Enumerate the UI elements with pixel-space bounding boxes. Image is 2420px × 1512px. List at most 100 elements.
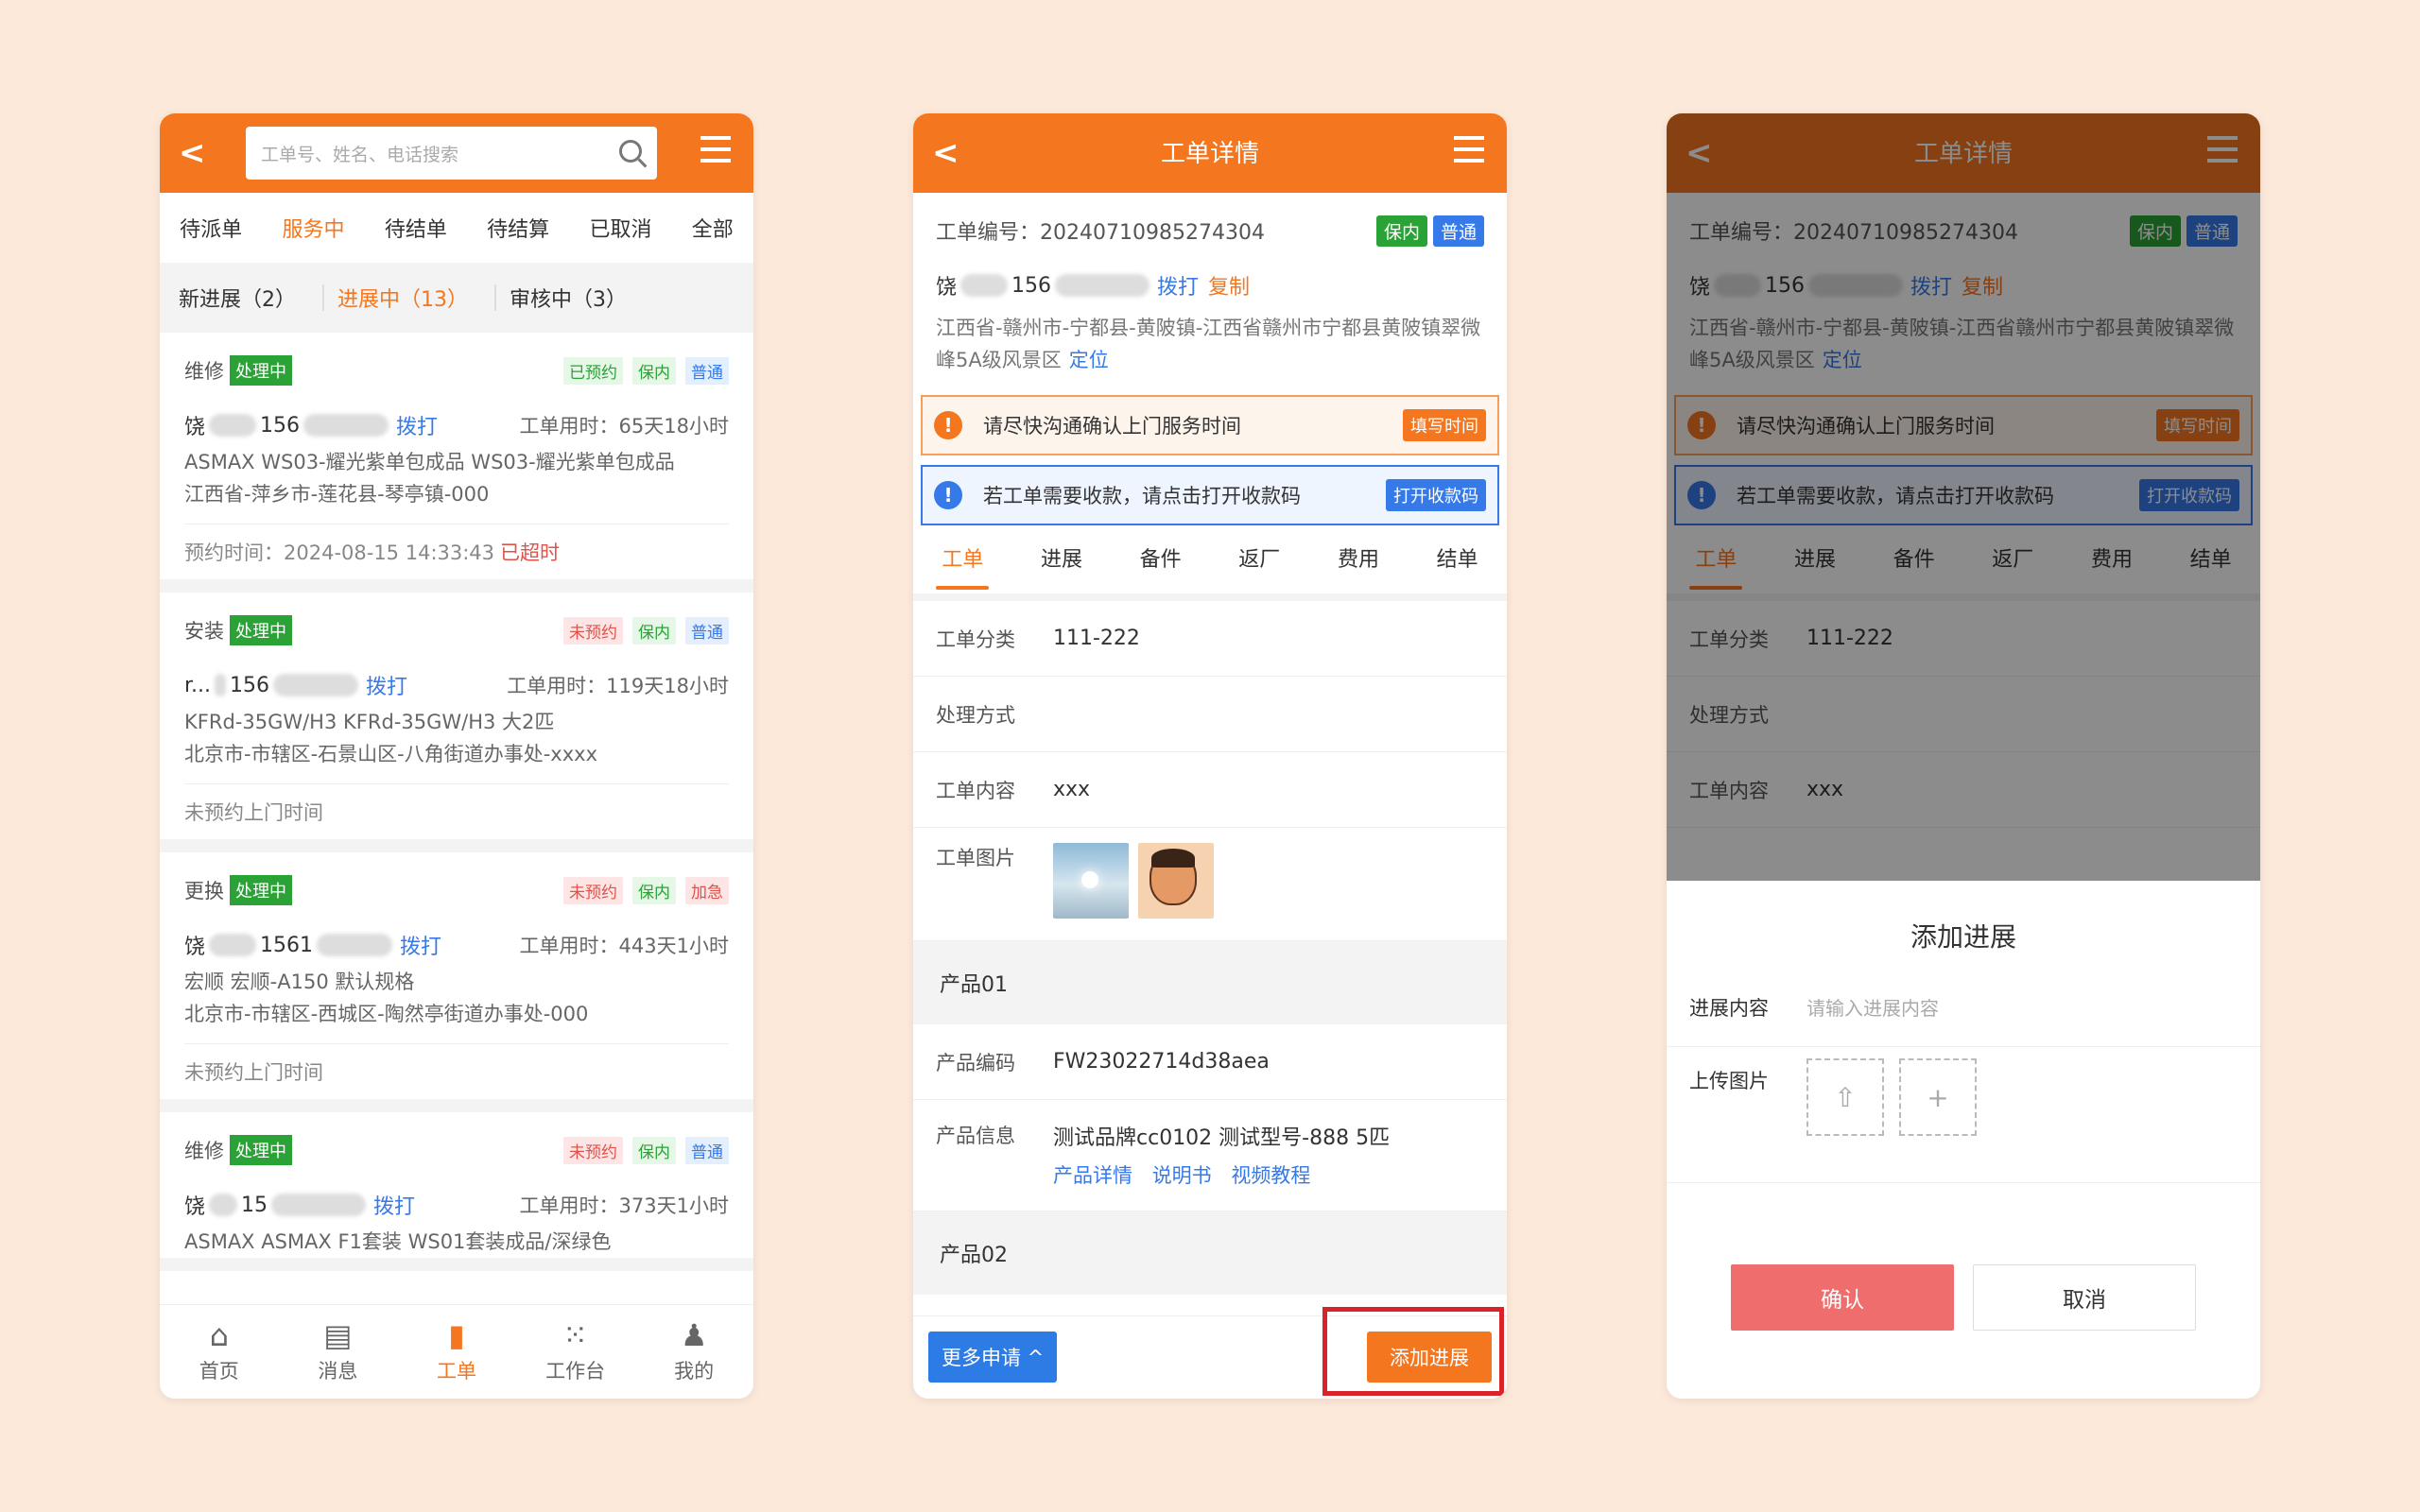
appointment-badge: 未预约 (563, 1136, 623, 1164)
redacted-phone (317, 934, 393, 956)
order-type: 维修 (184, 1140, 224, 1162)
list-header: < 工单号、姓名、电话搜索 (160, 113, 753, 193)
tab-cancelled[interactable]: 已取消 (589, 213, 651, 243)
warranty-badge: 保内 (632, 356, 676, 385)
video-tutorial-link[interactable]: 视频教程 (1231, 1164, 1310, 1187)
tab-parts[interactable]: 备件 (1140, 542, 1182, 578)
grid-icon: ⁙ (562, 1317, 588, 1353)
menu-icon[interactable] (700, 136, 731, 163)
content-value: xxx (1053, 778, 1091, 801)
priority-badge: 普通 (685, 1136, 729, 1164)
order-card[interactable]: 维修 处理中 已预约 保内 普通 饶 156 拨打 工单用时：65天18小时 A… (160, 333, 753, 593)
category-label: 工单分类 (936, 627, 1015, 651)
order-number: 工单编号：20240710985274304 (936, 221, 1265, 245)
product-section-header: 产品02 (913, 1211, 1507, 1295)
progress-content-input[interactable]: 请输入进展内容 (1806, 993, 1939, 1021)
order-type: 安装 (184, 620, 224, 643)
priority-badge: 普通 (685, 616, 729, 644)
dial-link[interactable]: 拨打 (373, 1190, 415, 1220)
dial-link[interactable]: 拨打 (1157, 270, 1199, 301)
tab-in-service[interactable]: 服务中 (282, 213, 344, 243)
address: 江西省-萍乡市-莲花县-琴亭镇-000 (184, 483, 490, 506)
redacted-name (209, 1194, 238, 1216)
tab-fees[interactable]: 费用 (1338, 542, 1379, 578)
order-card[interactable]: 维修 处理中 未预约 保内 普通 饶 15 拨打 工单用时：373天1小时 AS… (160, 1112, 753, 1271)
priority-badge: 普通 (685, 356, 729, 385)
search-placeholder: 工单号、姓名、电话搜索 (261, 144, 459, 165)
payment-alert-text: 若工单需要收款，请点击打开收款码 (983, 485, 1301, 507)
add-progress-sheet: 添加进展 进展内容 请输入进展内容 上传图片 ⇧ + 确认 取消 (1667, 881, 2260, 1399)
locate-link[interactable]: 定位 (1069, 349, 1109, 371)
priority-tag: 普通 (1432, 215, 1484, 247)
order-detail-screen: < 工单详情 工单编号：20240710985274304 保内 普通 饶 15… (913, 113, 1507, 1399)
redacted-name (209, 934, 257, 956)
product-detail-link[interactable]: 产品详情 (1053, 1164, 1132, 1187)
customer-name: 饶 (184, 1195, 206, 1219)
product-name: ASMAX ASMAX F1套装 WS01套装成品/深绿色 (184, 1230, 612, 1253)
product-code-row: 产品编码 FW23022714d38aea (913, 1024, 1507, 1100)
search-input[interactable]: 工单号、姓名、电话搜索 (246, 127, 657, 180)
more-requests-button[interactable]: 更多申请 ^ (928, 1332, 1058, 1383)
subtab-new-progress[interactable]: 新进展（2） (179, 283, 296, 313)
schedule-alert: ! 请尽快沟通确认上门服务时间 填写时间 (921, 395, 1499, 455)
upload-label: 上传图片 (1689, 1070, 1769, 1092)
info-icon: ! (934, 481, 962, 509)
product-name: ASMAX WS03-耀光紫单包成品 WS03-耀光紫单包成品 (184, 451, 675, 473)
progress-content-row: 进展内容 请输入进展内容 (1667, 968, 2260, 1047)
redacted-name (209, 414, 257, 437)
cancel-button[interactable]: 取消 (1973, 1264, 2196, 1331)
sub-tabs: 新进展（2） 进展中（13） 审核中（3） (160, 263, 753, 333)
order-card[interactable]: 更换 处理中 未预约 保内 加急 饶 1561 拨打 工单用时：443天1小时 … (160, 852, 753, 1112)
menu-icon[interactable] (1454, 136, 1484, 163)
warranty-tag: 保内 (1375, 215, 1427, 247)
address: 北京市-市辖区-西城区-陶然亭街道办事处-000 (184, 1003, 589, 1025)
page-title: 工单详情 (1160, 140, 1259, 168)
dial-link[interactable]: 拨打 (366, 670, 407, 700)
order-card[interactable]: 安装 处理中 未预约 保内 普通 r... 156 拨打 工单用时：119天18… (160, 593, 753, 852)
time-used: 工单用时：65天18小时 (519, 415, 729, 438)
nav-home[interactable]: ⌂ 首页 (160, 1305, 279, 1399)
nav-messages[interactable]: ▤ 消息 (279, 1305, 398, 1399)
customer-phone: 156 (1011, 273, 1052, 298)
tab-pending-dispatch[interactable]: 待派单 (180, 213, 242, 243)
tab-pending-settle[interactable]: 待结算 (487, 213, 549, 243)
tab-pending-close[interactable]: 待结单 (385, 213, 447, 243)
address: 北京市-市辖区-石景山区-八角街道办事处-xxxx (184, 743, 598, 765)
customer-name: 饶 (184, 416, 206, 439)
upload-icon[interactable]: ⇧ (1806, 1058, 1884, 1136)
copy-link[interactable]: 复制 (1208, 270, 1250, 301)
search-icon[interactable] (619, 140, 642, 163)
order-image-thumbnail[interactable] (1053, 843, 1129, 919)
open-qr-button[interactable]: 打开收款码 (1386, 479, 1486, 511)
tab-return[interactable]: 返厂 (1238, 542, 1280, 578)
nav-workbench[interactable]: ⁙ 工作台 (516, 1305, 635, 1399)
nav-orders[interactable]: ▮ 工单 (397, 1305, 516, 1399)
customer-phone: 15 (241, 1193, 268, 1217)
tab-all[interactable]: 全部 (692, 213, 734, 243)
priority-badge: 加急 (685, 876, 729, 904)
dial-link[interactable]: 拨打 (396, 410, 438, 440)
fill-time-button[interactable]: 填写时间 (1403, 409, 1486, 441)
dial-link[interactable]: 拨打 (400, 930, 441, 960)
subtab-in-progress[interactable]: 进展中（13） (337, 283, 468, 313)
redacted-phone (1055, 274, 1150, 297)
nav-me[interactable]: ♟ 我的 (634, 1305, 753, 1399)
payment-alert: ! 若工单需要收款，请点击打开收款码 打开收款码 (921, 465, 1499, 525)
subtab-reviewing[interactable]: 审核中（3） (510, 283, 627, 313)
home-icon: ⌂ (209, 1317, 229, 1353)
progress-content-label: 进展内容 (1689, 996, 1769, 1020)
content-label: 工单内容 (936, 779, 1015, 802)
order-image-thumbnail[interactable] (1138, 843, 1214, 919)
nav-messages-label: 消息 (318, 1360, 358, 1383)
add-image-icon[interactable]: + (1899, 1058, 1977, 1136)
back-icon[interactable]: < (179, 136, 206, 170)
tab-close[interactable]: 结单 (1437, 542, 1478, 578)
tab-order[interactable]: 工单 (936, 542, 990, 590)
detail-tabs: 工单 进展 备件 返厂 费用 结单 (913, 527, 1507, 601)
appointment-badge: 已预约 (563, 356, 623, 385)
confirm-button[interactable]: 确认 (1731, 1264, 1954, 1331)
warranty-badge: 保内 (632, 616, 676, 644)
modal-overlay[interactable] (1667, 113, 2260, 881)
manual-link[interactable]: 说明书 (1152, 1164, 1212, 1187)
tab-progress[interactable]: 进展 (1041, 542, 1082, 578)
